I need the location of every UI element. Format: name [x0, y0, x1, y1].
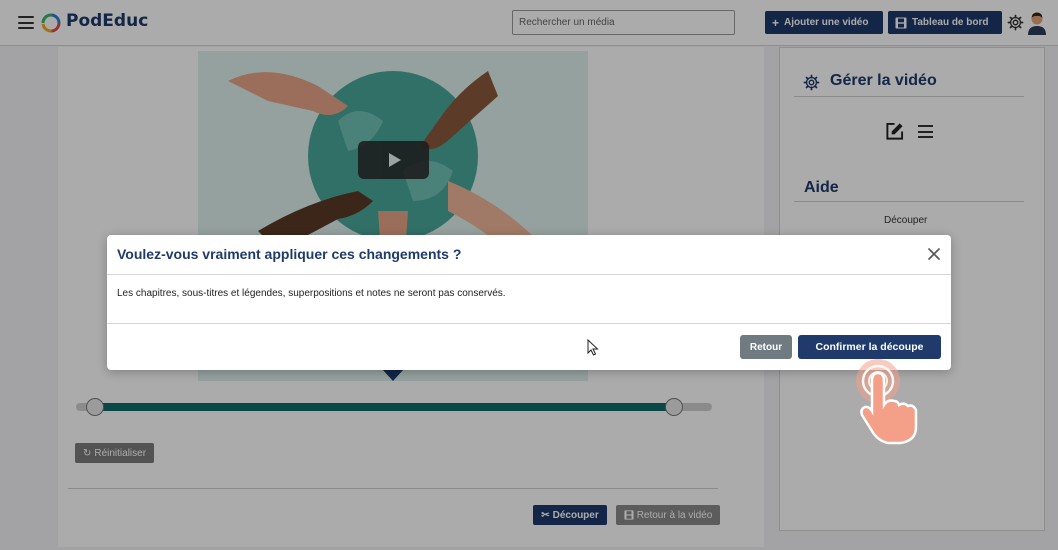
dialog-message: Les chapitres, sous-titres et légendes, … [117, 288, 506, 299]
back-button[interactable]: Retour [740, 335, 792, 359]
close-icon[interactable] [927, 247, 941, 261]
dialog-title: Voulez-vous vraiment appliquer ces chang… [117, 246, 462, 262]
confirm-dialog: Voulez-vous vraiment appliquer ces chang… [107, 235, 951, 370]
dialog-header: Voulez-vous vraiment appliquer ces chang… [107, 235, 951, 275]
tap-hand-icon [856, 359, 918, 445]
mouse-pointer-icon [587, 339, 599, 356]
divider [107, 323, 951, 324]
